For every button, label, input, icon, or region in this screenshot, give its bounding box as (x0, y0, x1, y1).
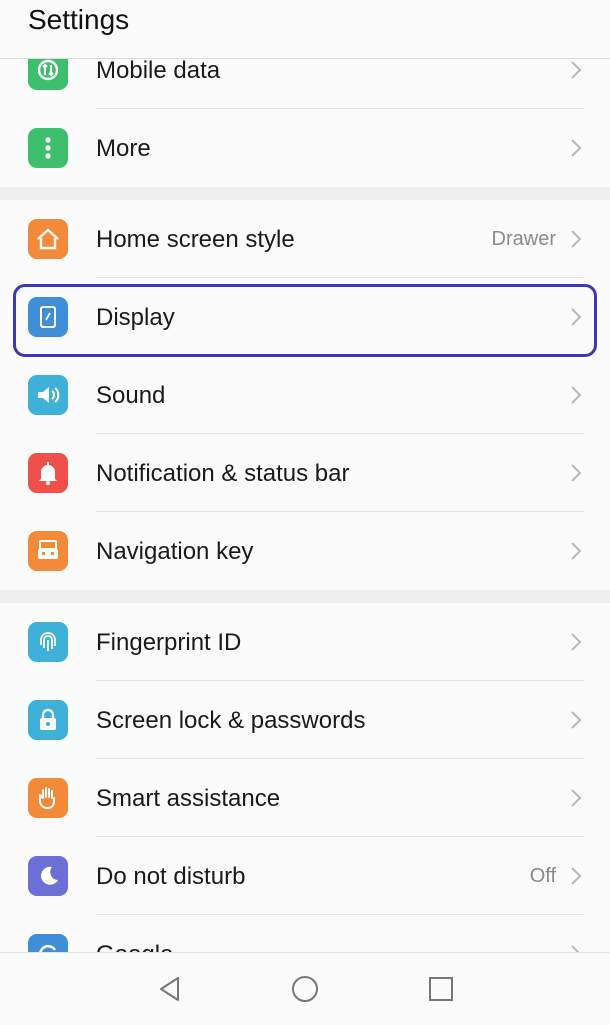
settings-item-label: Display (96, 304, 175, 331)
mobile-data-icon (28, 59, 68, 90)
settings-item-smart-assistance[interactable]: Smart assistance (0, 759, 610, 837)
settings-item-value: Drawer (491, 228, 556, 250)
settings-item-label: Sound (96, 382, 166, 409)
home-icon (28, 219, 68, 259)
fingerprint-icon (28, 622, 68, 662)
moon-icon (28, 856, 68, 896)
settings-item-label: More (96, 135, 151, 162)
back-icon[interactable] (154, 973, 186, 1005)
chevron-right-icon (568, 227, 584, 251)
chevron-right-icon (568, 136, 584, 160)
recents-square-icon[interactable] (425, 973, 457, 1005)
settings-item-display[interactable]: Display (0, 278, 610, 356)
settings-item-notification-status-bar[interactable]: Notification & status bar (0, 434, 610, 512)
section-gap (0, 590, 610, 603)
navigation-key-icon (28, 531, 68, 571)
home-circle-icon[interactable] (289, 973, 321, 1005)
hand-icon (28, 778, 68, 818)
navigation-bar (0, 952, 610, 1025)
google-icon (28, 934, 68, 952)
settings-item-sound[interactable]: Sound (0, 356, 610, 434)
chevron-right-icon (568, 305, 584, 329)
settings-item-value: Off (529, 865, 556, 887)
app-header: Settings (0, 0, 610, 59)
bell-icon (28, 453, 68, 493)
settings-item-navigation-key[interactable]: Navigation key (0, 512, 610, 590)
settings-item-label: Notification & status bar (96, 460, 350, 487)
settings-item-label: Screen lock & passwords (96, 707, 366, 734)
settings-item-label: Navigation key (96, 538, 254, 565)
chevron-right-icon (568, 59, 584, 82)
more-dots-icon (28, 128, 68, 168)
settings-item-fingerprint-id[interactable]: Fingerprint ID (0, 603, 610, 681)
settings-item-label: Google (96, 941, 173, 952)
settings-item-mobile-data[interactable]: Mobile data (0, 59, 610, 109)
chevron-right-icon (568, 786, 584, 810)
chevron-right-icon (568, 708, 584, 732)
page-title: Settings (28, 4, 130, 35)
settings-item-label: Fingerprint ID (96, 629, 242, 656)
settings-list[interactable]: Mobile data More Home screen style Drawe… (0, 59, 610, 952)
settings-item-label: Mobile data (96, 59, 221, 84)
chevron-right-icon (568, 539, 584, 563)
speaker-icon (28, 375, 68, 415)
settings-item-label: Home screen style (96, 226, 295, 253)
lock-icon (28, 700, 68, 740)
settings-item-do-not-disturb[interactable]: Do not disturb Off (0, 837, 610, 915)
chevron-right-icon (568, 942, 584, 952)
settings-item-home-screen-style[interactable]: Home screen style Drawer (0, 200, 610, 278)
chevron-right-icon (568, 630, 584, 654)
chevron-right-icon (568, 383, 584, 407)
settings-item-label: Do not disturb (96, 863, 246, 890)
settings-item-more[interactable]: More (0, 109, 610, 187)
section-gap (0, 187, 610, 200)
display-icon (28, 297, 68, 337)
chevron-right-icon (568, 461, 584, 485)
settings-item-google[interactable]: Google (0, 915, 610, 952)
chevron-right-icon (568, 864, 584, 888)
settings-item-screen-lock-passwords[interactable]: Screen lock & passwords (0, 681, 610, 759)
settings-item-label: Smart assistance (96, 785, 281, 812)
